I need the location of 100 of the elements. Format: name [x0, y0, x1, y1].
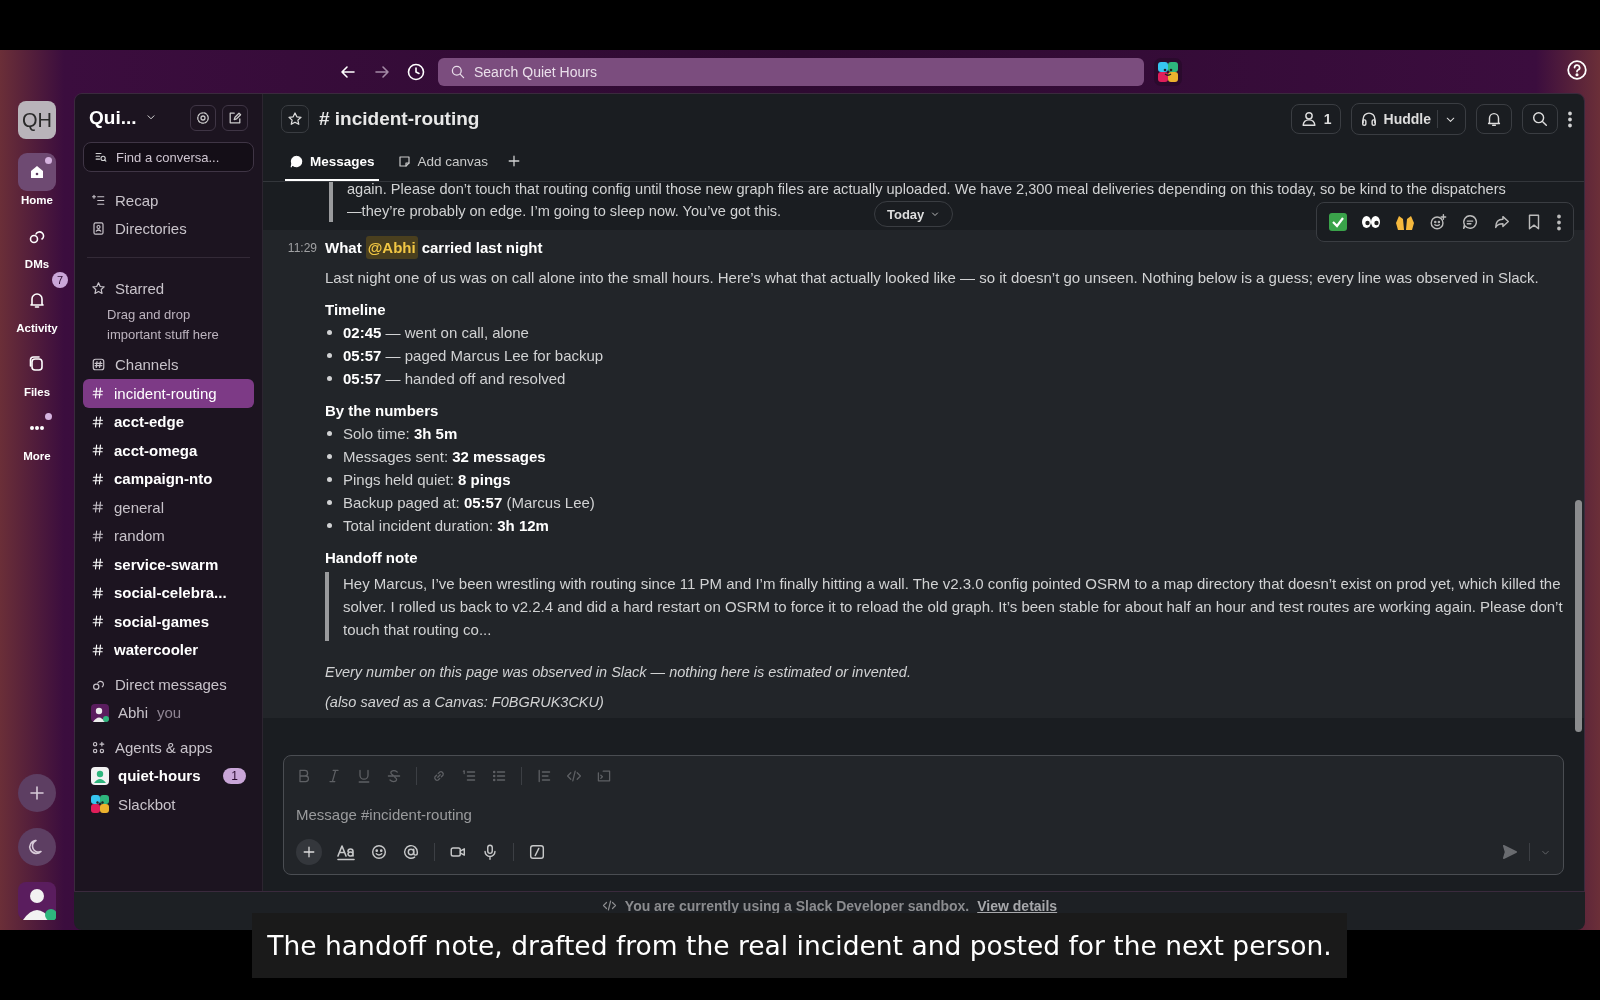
mention-icon: [402, 843, 420, 861]
huddle-button[interactable]: Huddle: [1350, 103, 1466, 135]
sidebar-item[interactable]: Directories: [83, 214, 254, 243]
section-header[interactable]: Agents & apps: [83, 733, 254, 762]
numbered-list-icon: [461, 768, 477, 784]
channel-item[interactable]: campaign-nto: [83, 464, 254, 493]
channel-item[interactable]: social-games: [83, 607, 254, 636]
scrollbar[interactable]: [1575, 500, 1582, 732]
search-icon: [1531, 110, 1549, 128]
plus-icon: [27, 783, 47, 803]
star-button[interactable]: [281, 105, 309, 133]
you-label: you: [157, 704, 182, 722]
contact-book-icon: [91, 221, 106, 237]
channel-item[interactable]: incident-routing: [83, 379, 254, 408]
view-details-link[interactable]: View details: [977, 898, 1058, 914]
link-icon: [431, 768, 447, 784]
apps-grid-icon: [91, 739, 106, 755]
search-input[interactable]: Search Quiet Hours: [474, 63, 1132, 80]
list-item: Total incident duration: 3h 12m: [343, 517, 549, 534]
pencil-square-icon: [227, 110, 243, 126]
list-item: Pings held quiet: 8 pings: [343, 471, 511, 488]
more-vertical-icon: [1568, 110, 1572, 128]
star-icon: [287, 111, 303, 127]
channel-tab[interactable]: Add canvas: [392, 144, 493, 181]
search-field[interactable]: Search Quiet Hours: [438, 57, 1144, 86]
attach-button[interactable]: [296, 839, 322, 865]
find-conversation-field[interactable]: Find a conversa...: [83, 142, 254, 172]
app-item[interactable]: quiet-hours 1: [83, 761, 254, 790]
sandbox-notice: You are currently using a Slack Developer sandbox.: [624, 898, 970, 914]
channel-item[interactable]: acct-omega: [83, 436, 254, 465]
send-icon: [1501, 843, 1519, 861]
handoff-quote: Hey Marcus, I’ve been wrestling with routing since 11 PM and I’m finally hitting a wall. The v2.3.0 config pointed OSRM to a map directory that doesn’t exist on prod yet, which killed the solver. I rolled us back to v2.2.4 and did a hard restart on OSRM to force it to reload the old graph. It’s been stable for about half an hour and test routes are working again. Please don’t touch that routing co...: [325, 572, 1564, 641]
section-header[interactable]: Direct messages: [83, 670, 254, 699]
notifications-button[interactable]: [1476, 104, 1512, 134]
hash-icon: [91, 585, 105, 600]
dm-item[interactable]: Abhi you: [83, 698, 254, 727]
help-icon: [1566, 58, 1588, 81]
channel-item[interactable]: random: [83, 521, 254, 550]
workspace-name[interactable]: Qui...: [89, 107, 137, 129]
settings-button[interactable]: [190, 105, 216, 131]
hash-icon: [91, 414, 105, 429]
workspace-avatar[interactable]: QH: [18, 101, 56, 139]
list-item: Solo time: 3h 5m: [343, 425, 458, 442]
section-header[interactable]: Channels: [83, 350, 254, 379]
hash-icon: [91, 386, 105, 401]
section-heading: Handoff note: [325, 548, 419, 568]
hash-icon: [91, 528, 105, 543]
channel-item[interactable]: social-celebra...: [83, 578, 254, 607]
message-title: carried last night: [421, 238, 543, 258]
message-text: Last night one of us was on call alone into the small hours. Here’s what that actually looked like — so it doesn’t go unseen. Nothing below is a guess; every line was observed in Slack.: [325, 268, 1540, 288]
bold-icon: [296, 768, 312, 784]
app-item[interactable]: Slackbot: [83, 790, 254, 819]
video-caption: The handoff note, drafted from the real incident and posted for the next person.: [252, 913, 1347, 978]
slash-command-icon: [528, 843, 546, 861]
more-icon: [29, 426, 45, 430]
app-launcher-icon[interactable]: [1154, 57, 1182, 86]
app-avatar-icon: [91, 766, 109, 785]
rail-button[interactable]: [18, 153, 56, 191]
section-header[interactable]: Starred: [83, 274, 254, 303]
channel-item[interactable]: watercooler: [83, 635, 254, 664]
code-icon: [566, 768, 582, 784]
person-icon: [1299, 110, 1318, 128]
footnote-text: Every number on this page was observed in Slack — nothing here is estimated or invented.: [325, 663, 912, 682]
bullet-dot: [327, 431, 332, 436]
compose-button[interactable]: [222, 105, 248, 131]
hash-icon: [91, 471, 105, 486]
channel-item[interactable]: acct-edge: [83, 407, 254, 436]
italic-icon: [326, 768, 342, 784]
sidebar-item[interactable]: Recap: [83, 186, 254, 215]
checkmark-icon[interactable]: [1329, 213, 1347, 231]
list-item: 05:57 — paged Marcus Lee for backup: [343, 347, 604, 364]
user-avatar[interactable]: [18, 882, 56, 920]
bell-icon: [1485, 110, 1503, 128]
underline-icon: [356, 768, 372, 784]
list-item: 05:57 — handed off and resolved: [343, 370, 566, 387]
channel-item[interactable]: service-swarm: [83, 550, 254, 579]
share-arrow-icon: [1493, 213, 1511, 231]
members-button[interactable]: 1: [1290, 104, 1341, 134]
eyes-icon[interactable]: [1361, 214, 1381, 230]
hash-icon: [91, 443, 105, 458]
section-heading: By the numbers: [325, 401, 440, 421]
theme-button[interactable]: [18, 828, 56, 866]
message-input[interactable]: Message #incident-routing: [296, 796, 1551, 832]
mention-link[interactable]: @Abhi: [365, 236, 418, 259]
bot-avatar-icon: [91, 795, 109, 814]
code-icon: [601, 898, 617, 913]
find-input[interactable]: Find a conversa...: [116, 149, 243, 165]
search-button[interactable]: [1522, 104, 1558, 134]
speech-bubble-icon: [289, 154, 304, 169]
search-icon: [450, 63, 466, 80]
filter-search-icon: [94, 150, 108, 164]
message-composer[interactable]: Message #incident-routing: [283, 755, 1564, 875]
date-divider-pill[interactable]: Today: [874, 201, 954, 227]
channel-tab[interactable]: Messages: [285, 144, 379, 181]
hash-icon: [91, 642, 105, 657]
add-button[interactable]: [18, 774, 56, 812]
code-block-icon: [596, 768, 612, 784]
caret-icon: [930, 209, 941, 219]
headphones-icon: [1359, 110, 1378, 128]
channel-item[interactable]: general: [83, 493, 254, 522]
